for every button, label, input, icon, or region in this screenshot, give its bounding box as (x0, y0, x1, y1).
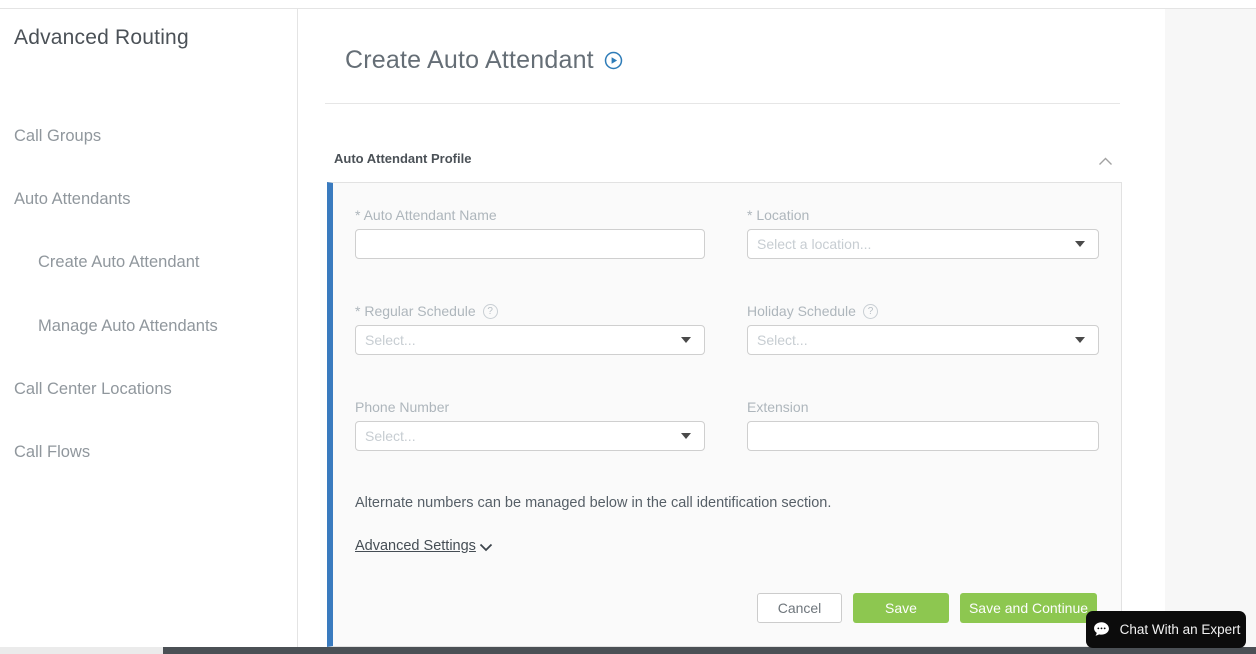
sidebar-title: Advanced Routing (14, 26, 189, 49)
chevron-up-icon[interactable] (1098, 153, 1113, 171)
regular-schedule-select[interactable]: Select... (355, 325, 705, 355)
play-circle-icon[interactable] (604, 51, 623, 70)
page-header: Create Auto Attendant (345, 46, 623, 75)
form-actions: Cancel Save Save and Continue (757, 593, 1097, 623)
phone-number-placeholder: Select... (365, 428, 416, 444)
sidebar-item-manage-auto-attendants[interactable]: Manage Auto Attendants (38, 317, 218, 336)
auto-attendant-name-label: * Auto Attendant Name (355, 207, 497, 223)
extension-field: Extension (747, 399, 1099, 451)
sidebar: Advanced Routing Call Groups Auto Attend… (0, 9, 297, 647)
caret-down-icon (681, 337, 691, 343)
title-divider (325, 103, 1120, 104)
location-select[interactable]: Select a location... (747, 229, 1099, 259)
caret-down-icon (1075, 337, 1085, 343)
phone-number-field: Phone Number Select... (355, 399, 705, 451)
phone-number-label: Phone Number (355, 399, 450, 415)
extension-input[interactable] (747, 421, 1099, 451)
holiday-schedule-label: Holiday Schedule (747, 303, 856, 319)
caret-down-icon (681, 433, 691, 439)
holiday-schedule-field: Holiday Schedule ? Select... (747, 303, 1099, 355)
help-icon[interactable]: ? (482, 303, 498, 319)
help-icon[interactable]: ? (862, 303, 878, 319)
caret-down-icon (1075, 241, 1085, 247)
regular-schedule-label: * Regular Schedule (355, 303, 476, 319)
sidebar-item-auto-attendants[interactable]: Auto Attendants (14, 190, 131, 209)
horizontal-scrollbar (0, 647, 1256, 654)
location-placeholder: Select a location... (757, 236, 872, 252)
holiday-schedule-placeholder: Select... (757, 332, 808, 348)
sidebar-item-call-center-locations[interactable]: Call Center Locations (14, 380, 172, 399)
sidebar-divider (297, 9, 298, 647)
page-background-gutter (1165, 9, 1256, 647)
extension-label: Extension (747, 399, 809, 415)
regular-schedule-placeholder: Select... (365, 332, 416, 348)
chat-with-expert-button[interactable]: Chat With an Expert (1086, 611, 1246, 648)
phone-number-select[interactable]: Select... (355, 421, 705, 451)
holiday-schedule-select[interactable]: Select... (747, 325, 1099, 355)
alternate-numbers-note: Alternate numbers can be managed below i… (355, 495, 832, 511)
regular-schedule-field: * Regular Schedule ? Select... (355, 303, 705, 355)
location-field: * Location Select a location... (747, 207, 1099, 259)
horizontal-scrollbar-thumb[interactable] (163, 647, 1256, 654)
auto-attendant-name-input[interactable] (355, 229, 705, 259)
cancel-button[interactable]: Cancel (757, 593, 842, 623)
advanced-settings-label: Advanced Settings (355, 538, 476, 554)
sidebar-item-call-flows[interactable]: Call Flows (14, 443, 90, 462)
section-title: Auto Attendant Profile (334, 151, 472, 166)
location-label: * Location (747, 207, 810, 223)
auto-attendant-profile-panel: * Auto Attendant Name * Location Select … (327, 182, 1122, 647)
chevron-down-icon (479, 543, 493, 552)
save-button[interactable]: Save (853, 593, 949, 623)
chat-bubble-icon (1092, 620, 1111, 639)
save-and-continue-button[interactable]: Save and Continue (960, 593, 1097, 623)
page-title: Create Auto Attendant (345, 46, 594, 74)
chat-button-label: Chat With an Expert (1119, 622, 1241, 637)
auto-attendant-name-field: * Auto Attendant Name (355, 207, 705, 259)
sidebar-item-call-groups[interactable]: Call Groups (14, 127, 101, 146)
advanced-settings-link[interactable]: Advanced Settings (355, 538, 493, 554)
sidebar-item-create-auto-attendant[interactable]: Create Auto Attendant (38, 253, 199, 272)
create-auto-attendant-screen: Advanced Routing Call Groups Auto Attend… (0, 0, 1256, 654)
